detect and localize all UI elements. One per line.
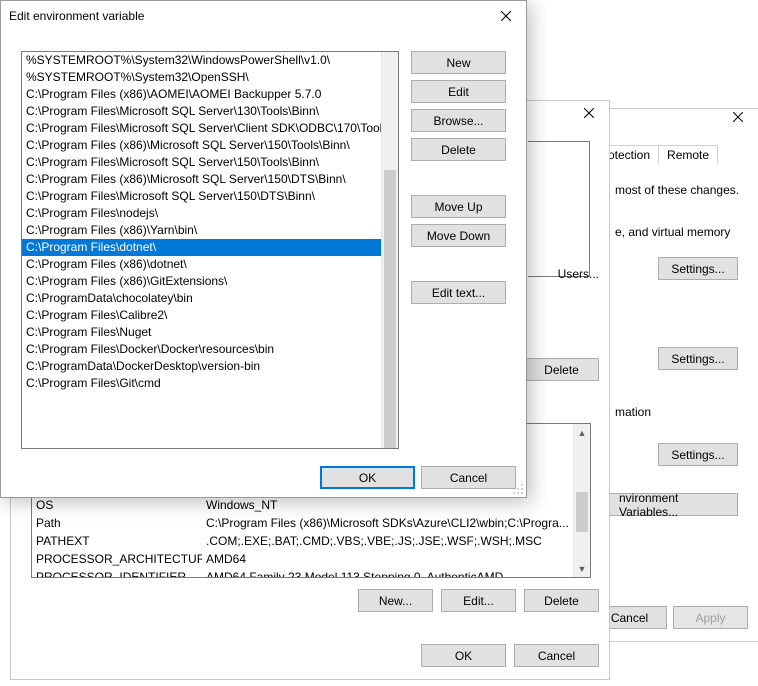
- path-list-item[interactable]: %SYSTEMROOT%\System32\OpenSSH\: [22, 69, 390, 86]
- system-vars-row[interactable]: PATHEXT.COM;.EXE;.BAT;.CMD;.VBS;.VBE;.JS…: [32, 532, 573, 550]
- system-vars-edit-button[interactable]: Edit...: [441, 589, 516, 612]
- close-icon[interactable]: [569, 99, 609, 127]
- resize-grip-icon[interactable]: [512, 483, 524, 495]
- path-list-item[interactable]: C:\ProgramData\DockerDesktop\version-bin: [22, 358, 390, 375]
- path-list-item[interactable]: C:\Program Files\Microsoft SQL Server\13…: [22, 103, 390, 120]
- system-var-name: PROCESSOR_IDENTIFIER: [32, 568, 202, 578]
- path-list-item[interactable]: C:\Program Files (x86)\GitExtensions\: [22, 273, 390, 290]
- edit-button[interactable]: Edit: [411, 80, 506, 103]
- edit-environment-variable-dialog: Edit environment variable %SYSTEMROOT%\S…: [0, 0, 527, 498]
- user-vars-row-fragment: Users...: [558, 267, 599, 281]
- scroll-up-icon[interactable]: ▲: [574, 424, 590, 441]
- edit-dialog-side-buttons: New Edit Browse... Delete Move Up Move D…: [411, 51, 506, 304]
- path-list-item[interactable]: C:\Program Files\dotnet\: [22, 239, 390, 256]
- envvars-footer: OK Cancel: [421, 644, 599, 667]
- path-list-item[interactable]: C:\Program Files (x86)\AOMEI\AOMEI Backu…: [22, 86, 390, 103]
- system-vars-button-row: New... Edit... Delete: [358, 589, 599, 612]
- path-list-item[interactable]: C:\Program Files (x86)\Microsoft SQL Ser…: [22, 171, 390, 188]
- cancel-button[interactable]: Cancel: [421, 466, 516, 489]
- system-var-value: AMD64: [202, 550, 573, 568]
- close-icon[interactable]: [718, 103, 758, 131]
- path-list-item[interactable]: C:\Program Files\Microsoft SQL Server\Cl…: [22, 120, 390, 137]
- performance-settings-button[interactable]: Settings...: [658, 257, 738, 280]
- system-var-value: .COM;.EXE;.BAT;.CMD;.VBS;.VBE;.JS;.JSE;.…: [202, 532, 573, 550]
- scrollbar-thumb[interactable]: [384, 170, 396, 448]
- scrollbar[interactable]: [381, 52, 398, 448]
- path-list-item[interactable]: C:\Program Files\Nuget: [22, 324, 390, 341]
- envvars-cancel-button[interactable]: Cancel: [514, 644, 599, 667]
- sysprops-apply-button: Apply: [673, 606, 748, 629]
- close-icon[interactable]: [486, 2, 526, 30]
- path-values-list[interactable]: %SYSTEMROOT%\System32\WindowsPowerShell\…: [21, 51, 399, 449]
- browse-button[interactable]: Browse...: [411, 109, 506, 132]
- scrollbar[interactable]: ▲ ▼: [573, 424, 590, 577]
- system-var-value: AMD64 Family 23 Model 113 Stepping 0, Au…: [202, 568, 573, 578]
- scrollbar-thumb[interactable]: [576, 492, 588, 532]
- system-var-name: PROCESSOR_ARCHITECTURE: [32, 550, 202, 568]
- environment-variables-button[interactable]: nvironment Variables...: [608, 493, 738, 516]
- path-list-item[interactable]: C:\Program Files\Git\cmd: [22, 375, 390, 392]
- path-list-item[interactable]: C:\Program Files (x86)\Yarn\bin\: [22, 222, 390, 239]
- system-var-value: Windows_NT: [202, 496, 573, 514]
- user-vars-list-fragment: [528, 141, 590, 277]
- system-vars-delete-button[interactable]: Delete: [524, 589, 599, 612]
- user-vars-delete-button[interactable]: Delete: [524, 358, 599, 381]
- system-var-name: OS: [32, 496, 202, 514]
- system-var-name: Path: [32, 514, 202, 532]
- path-list-item[interactable]: C:\ProgramData\chocolatey\bin: [22, 290, 390, 307]
- system-vars-row[interactable]: OSWindows_NT: [32, 496, 573, 514]
- system-vars-row[interactable]: PROCESSOR_IDENTIFIERAMD64 Family 23 Mode…: [32, 568, 573, 578]
- move-down-button[interactable]: Move Down: [411, 224, 506, 247]
- delete-button[interactable]: Delete: [411, 138, 506, 161]
- path-list-item[interactable]: C:\Program Files (x86)\Microsoft SQL Ser…: [22, 137, 390, 154]
- new-button[interactable]: New: [411, 51, 506, 74]
- startup-settings-button[interactable]: Settings...: [658, 443, 738, 466]
- system-vars-row[interactable]: PathC:\Program Files (x86)\Microsoft SDK…: [32, 514, 573, 532]
- edit-text-button[interactable]: Edit text...: [411, 281, 506, 304]
- path-list-item[interactable]: C:\Program Files (x86)\dotnet\: [22, 256, 390, 273]
- ok-button[interactable]: OK: [320, 466, 415, 489]
- sysprops-text-virtual-memory: e, and virtual memory: [615, 225, 730, 239]
- system-var-value: C:\Program Files (x86)\Microsoft SDKs\Az…: [202, 514, 573, 532]
- path-list-item[interactable]: C:\Program Files\nodejs\: [22, 205, 390, 222]
- sysprops-tabs: otection Remote: [599, 145, 717, 164]
- sysprops-text-startup: mation: [615, 405, 651, 419]
- system-vars-new-button[interactable]: New...: [358, 589, 433, 612]
- envvars-ok-button[interactable]: OK: [421, 644, 506, 667]
- move-up-button[interactable]: Move Up: [411, 195, 506, 218]
- path-list-item[interactable]: C:\Program Files\Microsoft SQL Server\15…: [22, 188, 390, 205]
- sysprops-text-changes: most of these changes.: [615, 183, 739, 197]
- system-vars-row[interactable]: PROCESSOR_ARCHITECTUREAMD64: [32, 550, 573, 568]
- system-var-name: PATHEXT: [32, 532, 202, 550]
- path-list-item[interactable]: C:\Program Files\Calibre2\: [22, 307, 390, 324]
- user-profiles-settings-button[interactable]: Settings...: [658, 347, 738, 370]
- dialog-title: Edit environment variable: [9, 9, 486, 23]
- user-vars-button-row: Delete: [524, 358, 599, 381]
- system-properties-dialog: otection Remote most of these changes. e…: [608, 108, 758, 642]
- path-list-item[interactable]: C:\Program Files\Microsoft SQL Server\15…: [22, 154, 390, 171]
- edit-dialog-footer: OK Cancel: [320, 466, 516, 489]
- scroll-down-icon[interactable]: ▼: [574, 560, 590, 577]
- tab-remote[interactable]: Remote: [658, 145, 718, 164]
- path-list-item[interactable]: %SYSTEMROOT%\System32\WindowsPowerShell\…: [22, 52, 390, 69]
- path-list-item[interactable]: C:\Program Files\Docker\Docker\resources…: [22, 341, 390, 358]
- titlebar: Edit environment variable: [1, 1, 526, 31]
